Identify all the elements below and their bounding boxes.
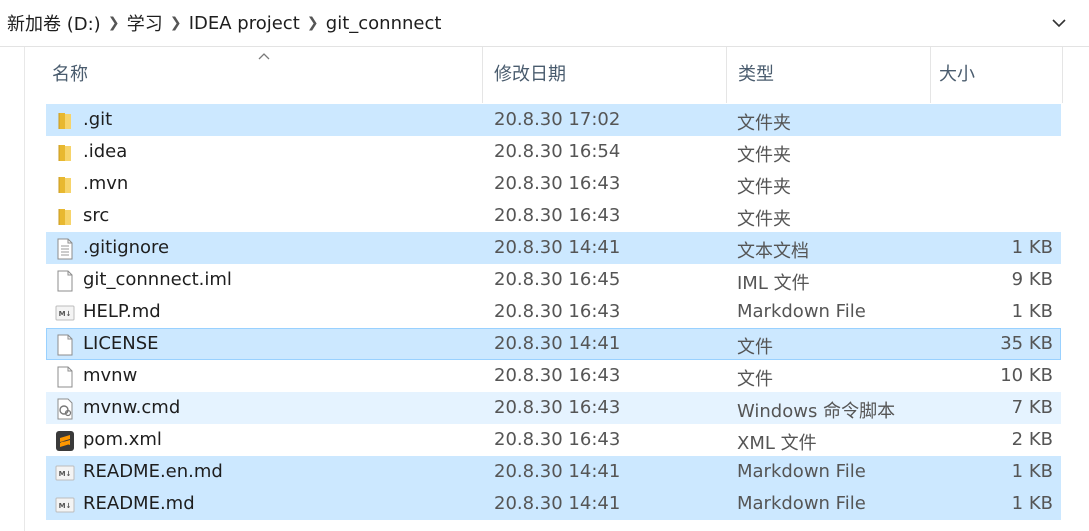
file-date: 20.8.30 16:43 bbox=[494, 205, 621, 226]
sort-ascending-icon bbox=[258, 53, 270, 60]
file-row[interactable]: M↓ README.md 20.8.30 14:41 Markdown File 1 K… bbox=[46, 488, 1061, 520]
file-date: 20.8.30 16:43 bbox=[494, 429, 621, 450]
address-bar[interactable]: 新加卷 (D:) ❯ 学习 ❯ IDEA project ❯ git_connn… bbox=[0, 0, 1089, 47]
column-header-size[interactable]: 大小 bbox=[931, 47, 1063, 103]
file-name: .mvn bbox=[83, 173, 129, 194]
file-size: 1 KB bbox=[1011, 461, 1053, 482]
file-date: 20.8.30 14:41 bbox=[494, 461, 621, 482]
file-row[interactable]: M↓ HELP.md 20.8.30 16:43 Markdown File 1 KB bbox=[46, 296, 1061, 328]
file-type: IML 文件 bbox=[737, 273, 810, 294]
file-type: XML 文件 bbox=[737, 433, 817, 454]
file-size: 1 KB bbox=[1011, 237, 1053, 258]
file-type: 文件夹 bbox=[737, 177, 791, 198]
file-date: 20.8.30 14:41 bbox=[494, 333, 621, 354]
file-type: 文本文档 bbox=[737, 241, 809, 262]
file-row[interactable]: mvnw.cmd 20.8.30 16:43 Windows 命令脚本 7 KB bbox=[46, 392, 1061, 424]
column-header-type[interactable]: 类型 bbox=[727, 47, 931, 103]
file-size: 7 KB bbox=[1011, 397, 1053, 418]
file-row[interactable]: src 20.8.30 16:43 文件夹 bbox=[46, 200, 1061, 232]
file-size: 2 KB bbox=[1011, 429, 1053, 450]
svg-text:M↓: M↓ bbox=[59, 310, 72, 318]
file-date: 20.8.30 14:41 bbox=[494, 493, 621, 514]
file-size: 1 KB bbox=[1011, 301, 1053, 322]
markdown-file-icon: M↓ bbox=[55, 302, 75, 324]
chevron-right-icon[interactable]: ❯ bbox=[163, 15, 189, 31]
file-row[interactable]: LICENSE 20.8.30 14:41 文件 35 KB bbox=[46, 328, 1061, 360]
file-row[interactable]: .git 20.8.30 17:02 文件夹 bbox=[46, 104, 1061, 136]
chevron-right-icon[interactable]: ❯ bbox=[300, 15, 326, 31]
file-type: 文件夹 bbox=[737, 209, 791, 230]
file-date: 20.8.30 16:43 bbox=[494, 173, 621, 194]
navigation-pane-edge bbox=[0, 47, 25, 531]
folder-icon bbox=[55, 110, 75, 132]
file-row[interactable]: .mvn 20.8.30 16:43 文件夹 bbox=[46, 168, 1061, 200]
file-type: 文件夹 bbox=[737, 113, 791, 134]
file-icon bbox=[55, 334, 75, 356]
file-type: 文件 bbox=[737, 337, 773, 358]
column-header-name[interactable]: 名称 bbox=[25, 47, 483, 103]
text-file-icon bbox=[55, 238, 75, 260]
svg-text:M↓: M↓ bbox=[59, 470, 72, 478]
markdown-file-icon: M↓ bbox=[55, 494, 75, 516]
file-type: 文件 bbox=[737, 369, 773, 390]
file-name: src bbox=[83, 205, 110, 226]
file-name: .gitignore bbox=[83, 237, 170, 258]
scrollbar-area[interactable] bbox=[1063, 47, 1089, 531]
folder-icon bbox=[55, 206, 75, 228]
file-row[interactable]: M↓ README.en.md 20.8.30 14:41 Markdown File… bbox=[46, 456, 1061, 488]
file-name: README.en.md bbox=[83, 461, 223, 482]
file-size: 35 KB bbox=[1000, 333, 1053, 354]
column-header-row: 名称 修改日期 类型 大小 bbox=[25, 47, 1063, 103]
file-date: 20.8.30 14:41 bbox=[494, 237, 621, 258]
svg-text:M↓: M↓ bbox=[59, 502, 72, 510]
file-row[interactable]: git_connnect.iml 20.8.30 16:45 IML 文件 9 KB bbox=[46, 264, 1061, 296]
folder-icon bbox=[55, 174, 75, 196]
file-size: 1 KB bbox=[1011, 493, 1053, 514]
file-type: Windows 命令脚本 bbox=[737, 401, 896, 422]
file-date: 20.8.30 16:43 bbox=[494, 397, 621, 418]
breadcrumb-idea-project[interactable]: IDEA project bbox=[189, 13, 300, 34]
breadcrumb-current[interactable]: git_connnect bbox=[326, 13, 442, 34]
file-name: mvnw bbox=[83, 365, 138, 386]
file-size: 10 KB bbox=[1000, 365, 1053, 386]
breadcrumb-drive[interactable]: 新加卷 (D:) bbox=[7, 10, 101, 36]
file-row[interactable]: pom.xml 20.8.30 16:43 XML 文件 2 KB bbox=[46, 424, 1061, 456]
file-type: 文件夹 bbox=[737, 145, 791, 166]
file-row[interactable]: .idea 20.8.30 16:54 文件夹 bbox=[46, 136, 1061, 168]
file-name: HELP.md bbox=[83, 301, 161, 322]
file-date: 20.8.30 16:54 bbox=[494, 141, 621, 162]
column-header-date[interactable]: 修改日期 bbox=[483, 47, 727, 103]
file-name: .git bbox=[83, 109, 113, 130]
file-size: 9 KB bbox=[1011, 269, 1053, 290]
folder-icon bbox=[55, 142, 75, 164]
file-name: LICENSE bbox=[83, 333, 159, 354]
file-name: mvnw.cmd bbox=[83, 397, 181, 418]
file-row[interactable]: mvnw 20.8.30 16:43 文件 10 KB bbox=[46, 360, 1061, 392]
file-type: Markdown File bbox=[737, 461, 866, 482]
file-date: 20.8.30 16:43 bbox=[494, 365, 621, 386]
sublime-text-icon bbox=[55, 430, 75, 452]
file-name: pom.xml bbox=[83, 429, 162, 450]
cmd-script-icon bbox=[55, 398, 75, 420]
file-icon bbox=[55, 270, 75, 292]
file-name: README.md bbox=[83, 493, 195, 514]
file-list: .git 20.8.30 17:02 文件夹 .idea 20.8.30 16:54 文件… bbox=[46, 104, 1061, 520]
file-date: 20.8.30 17:02 bbox=[494, 109, 621, 130]
chevron-down-icon[interactable] bbox=[1049, 12, 1069, 34]
markdown-file-icon: M↓ bbox=[55, 462, 75, 484]
chevron-right-icon[interactable]: ❯ bbox=[101, 15, 127, 31]
file-date: 20.8.30 16:43 bbox=[494, 301, 621, 322]
file-type: Markdown File bbox=[737, 493, 866, 514]
file-icon bbox=[55, 366, 75, 388]
breadcrumb: 新加卷 (D:) ❯ 学习 ❯ IDEA project ❯ git_connn… bbox=[7, 10, 441, 36]
file-date: 20.8.30 16:45 bbox=[494, 269, 621, 290]
file-name: .idea bbox=[83, 141, 128, 162]
file-name: git_connnect.iml bbox=[83, 269, 232, 290]
file-type: Markdown File bbox=[737, 301, 866, 322]
file-row[interactable]: .gitignore 20.8.30 14:41 文本文档 1 KB bbox=[46, 232, 1061, 264]
breadcrumb-study[interactable]: 学习 bbox=[127, 10, 163, 36]
